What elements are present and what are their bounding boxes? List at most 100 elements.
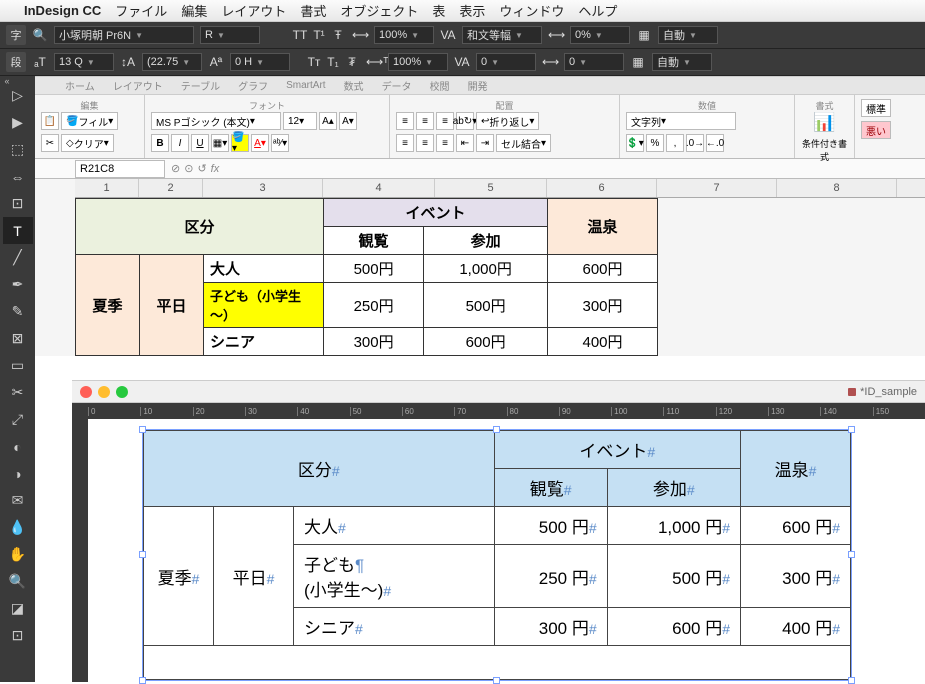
menu-type[interactable]: 書式: [300, 1, 326, 20]
tool-hand[interactable]: ✋: [3, 541, 33, 568]
xl-kubun[interactable]: 区分: [76, 199, 324, 255]
number-format-select[interactable]: 文字列 ▾: [626, 112, 736, 130]
tool-rect[interactable]: ▭: [3, 352, 33, 379]
para-mode-button[interactable]: 段: [6, 52, 26, 72]
fill-color-button[interactable]: 🪣▾: [231, 134, 249, 152]
style-normal[interactable]: 標準: [861, 99, 891, 117]
tab-layout[interactable]: レイアウト: [113, 78, 163, 93]
excel-table[interactable]: 区分 イベント 温泉 観覧 参加 夏季 平日 大人 500円 1,000円 60…: [75, 198, 658, 356]
char-mode-button[interactable]: 字: [6, 25, 26, 45]
tab-chart[interactable]: グラフ: [238, 78, 268, 93]
text-frame[interactable]: 区分# イベント# 温泉# 観覧# 参加# 夏季# 平日# 大人# 500 円#…: [142, 429, 852, 681]
idt-r3a[interactable]: 300 円#: [494, 608, 607, 646]
fx-icon[interactable]: ↺: [197, 162, 206, 175]
tool-content[interactable]: ⊡: [3, 190, 33, 217]
tracking-select[interactable]: 0%▼: [570, 26, 630, 44]
tab-dev[interactable]: 開発: [468, 78, 488, 93]
handle-ml[interactable]: [139, 551, 146, 558]
idt-r1c[interactable]: 600 円#: [741, 507, 851, 545]
tool-free[interactable]: ⤢: [3, 406, 33, 433]
clear-button[interactable]: ◇ クリア ▾: [61, 134, 114, 152]
shrink-font-button[interactable]: A▾: [339, 112, 357, 130]
xl-r2c[interactable]: 300円: [548, 283, 658, 328]
xl-r1c[interactable]: 600円: [548, 255, 658, 283]
tool-rect-frame[interactable]: ⊠: [3, 325, 33, 352]
indesign-table[interactable]: 区分# イベント# 温泉# 観覧# 参加# 夏季# 平日# 大人# 500 円#…: [143, 430, 851, 680]
indent-inc[interactable]: ⇥: [476, 134, 494, 152]
idt-r2a[interactable]: 250 円#: [494, 545, 607, 608]
orient-button[interactable]: ab↻▾: [456, 112, 474, 130]
panel-close-icon[interactable]: «: [0, 76, 14, 90]
xl-r2b[interactable]: 500円: [424, 283, 548, 328]
font-color-button[interactable]: A▾: [251, 134, 269, 152]
idt-kubun[interactable]: 区分#: [144, 431, 495, 507]
merge-button[interactable]: セル結合 ▾: [496, 134, 551, 152]
leading-select[interactable]: (22.75 ▼: [142, 53, 202, 71]
minimize-icon[interactable]: [98, 386, 110, 398]
track2-select[interactable]: 0▼: [564, 53, 624, 71]
bold-button[interactable]: B: [151, 134, 169, 152]
idt-r2b[interactable]: 500 円#: [607, 545, 740, 608]
menu-layout[interactable]: レイアウト: [221, 1, 286, 20]
font-family-select[interactable]: 小塚明朝 Pr6N▼: [54, 26, 194, 44]
align-right[interactable]: ≡: [436, 134, 454, 152]
tool-zoom[interactable]: 🔍: [3, 568, 33, 595]
align-mid[interactable]: ≡: [416, 112, 434, 130]
paste-button[interactable]: 📋: [41, 112, 59, 130]
menu-window[interactable]: ウィンドウ: [499, 1, 564, 20]
auto-select-1[interactable]: 自動▼: [658, 26, 718, 44]
name-box[interactable]: R21C8: [75, 160, 165, 178]
handle-bm[interactable]: [493, 677, 500, 684]
idt-kanran[interactable]: 観覧#: [494, 469, 607, 507]
baseline-select[interactable]: 0 H▼: [230, 53, 290, 71]
idt-sanka[interactable]: 参加#: [607, 469, 740, 507]
idt-onsen[interactable]: 温泉#: [741, 431, 851, 507]
handle-bl[interactable]: [139, 677, 146, 684]
fx-accept-icon[interactable]: ⊙: [184, 162, 193, 175]
handle-tl[interactable]: [139, 426, 146, 433]
vscale-select[interactable]: 100%▼: [388, 53, 448, 71]
handle-mr[interactable]: [848, 551, 855, 558]
app-name[interactable]: InDesign CC: [24, 3, 101, 18]
font-size-select[interactable]: 13 Q▼: [54, 53, 114, 71]
fill-button[interactable]: 🪣 フィル ▾: [61, 112, 118, 130]
cond-format-icon[interactable]: 📊: [813, 112, 835, 133]
zoom-icon[interactable]: [116, 386, 128, 398]
align-top[interactable]: ≡: [396, 112, 414, 130]
tab-table[interactable]: テーブル: [181, 78, 220, 93]
idt-kodomo[interactable]: 子ども¶(小学生〜)#: [294, 545, 495, 608]
xl-r2a[interactable]: 250円: [324, 283, 424, 328]
menu-view[interactable]: 表示: [459, 1, 485, 20]
xl-onsen[interactable]: 温泉: [548, 199, 658, 255]
tool-type[interactable]: T: [3, 217, 33, 244]
spreadsheet[interactable]: 12345678 区分 イベント 温泉 観覧 参加 夏季 平日 大人 500円 …: [75, 179, 925, 356]
document-canvas[interactable]: 区分# イベント# 温泉# 観覧# 参加# 夏季# 平日# 大人# 500 円#…: [88, 419, 925, 682]
tool-scissors[interactable]: ✂: [3, 379, 33, 406]
hscale-select[interactable]: 100%▼: [374, 26, 434, 44]
xl-otona[interactable]: 大人: [204, 255, 324, 283]
fx-cancel-icon[interactable]: ⊘: [171, 162, 180, 175]
xl-r3b[interactable]: 600円: [424, 328, 548, 356]
menu-table[interactable]: 表: [432, 1, 445, 20]
kerning-select[interactable]: 和文等幅▼: [462, 26, 542, 44]
idt-r3b[interactable]: 600 円#: [607, 608, 740, 646]
tool-pen[interactable]: ✒: [3, 271, 33, 298]
xl-r3c[interactable]: 400円: [548, 328, 658, 356]
font-name-select[interactable]: MS Pゴシック (本文) ▾: [151, 112, 281, 130]
xl-heijitsu[interactable]: 平日: [140, 255, 204, 356]
style-bad[interactable]: 悪い: [861, 121, 891, 139]
percent-button[interactable]: %: [646, 134, 664, 152]
xl-r3a[interactable]: 300円: [324, 328, 424, 356]
idt-empty-row[interactable]: [144, 646, 851, 680]
tab-review[interactable]: 校閲: [430, 78, 450, 93]
tool-gap[interactable]: ⇔: [3, 163, 33, 190]
comma-button[interactable]: ,: [666, 134, 684, 152]
dec-inc-button[interactable]: .0→: [686, 134, 704, 152]
xl-kanran[interactable]: 観覧: [324, 227, 424, 255]
xl-kaki[interactable]: 夏季: [76, 255, 140, 356]
handle-br[interactable]: [848, 677, 855, 684]
vertical-ruler[interactable]: [72, 419, 88, 682]
auto-select-2[interactable]: 自動▼: [652, 53, 712, 71]
idt-heijitsu[interactable]: 平日#: [214, 507, 294, 646]
menu-object[interactable]: オブジェクト: [340, 1, 418, 20]
